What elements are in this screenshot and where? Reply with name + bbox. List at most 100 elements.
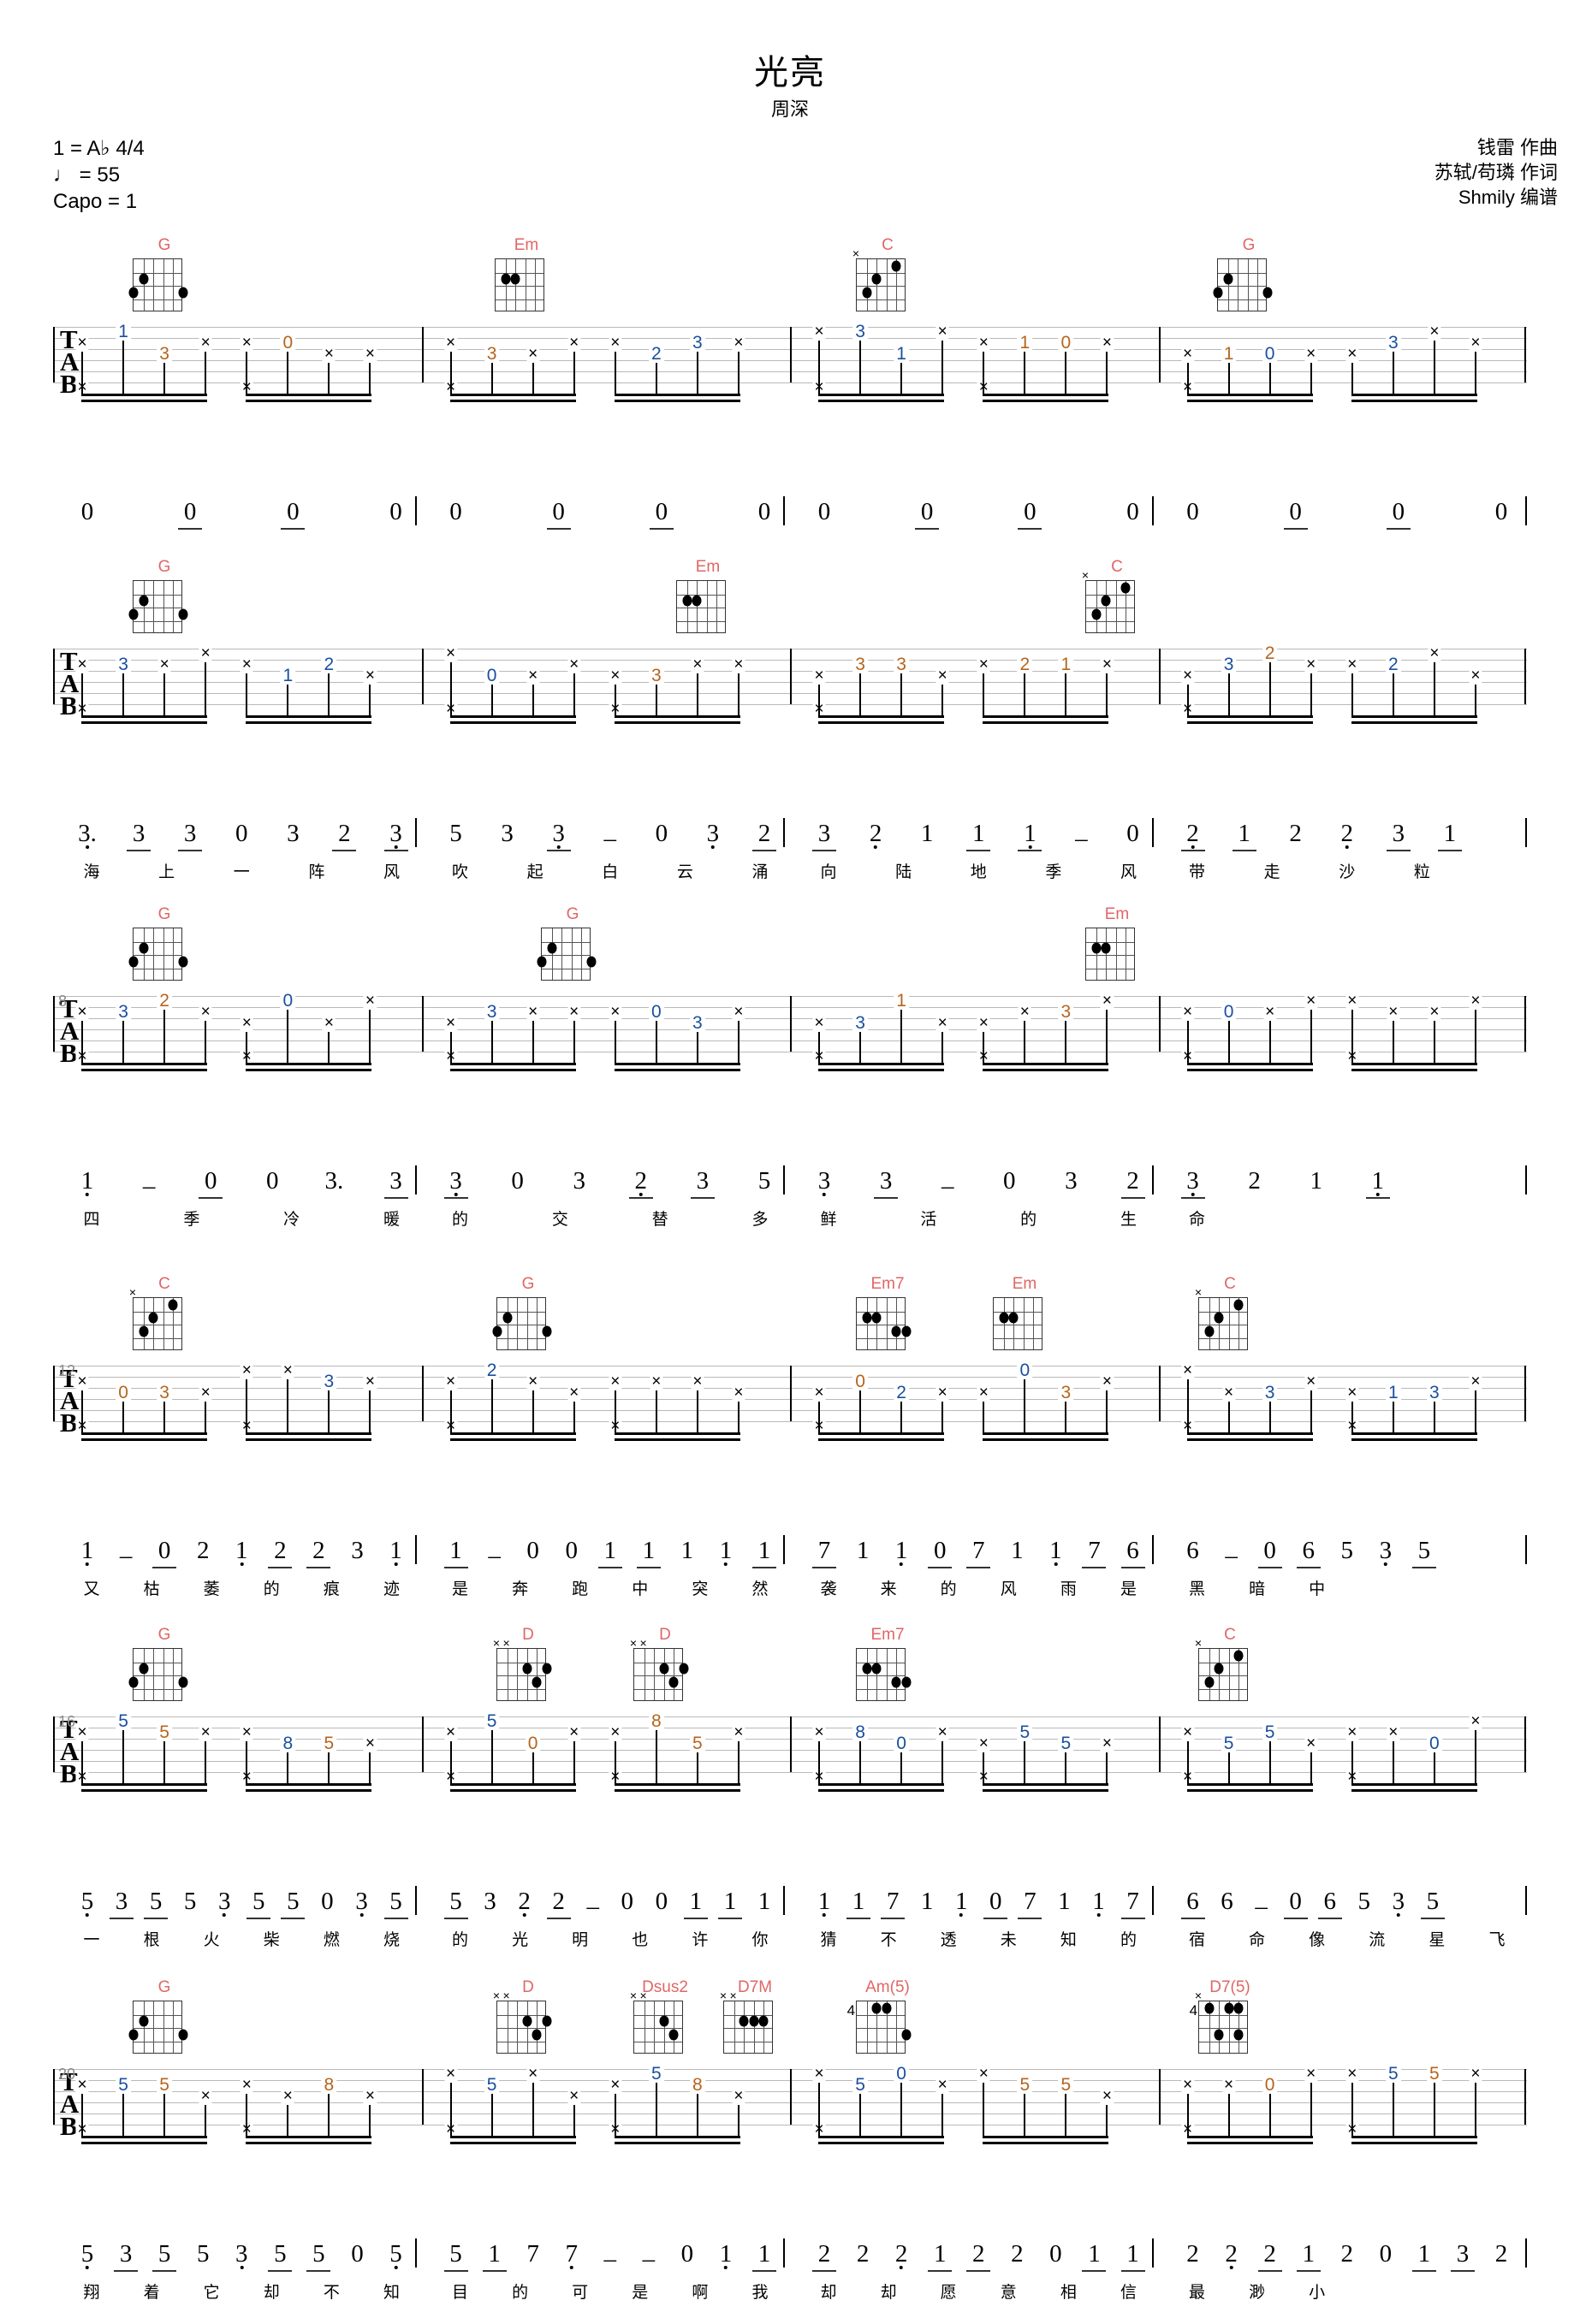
octave-dot-below: [522, 1913, 526, 1917]
beam: [818, 1789, 945, 1792]
jianpu-underbeam: [846, 1918, 871, 1919]
jianpu-note: 0: [1494, 498, 1508, 525]
lyric-syllable: 一: [83, 1931, 100, 1949]
note-stem: [122, 673, 125, 715]
chord-finger-dot: [901, 2029, 912, 2041]
jianpu-note: 0: [757, 498, 771, 525]
lyric-syllable: 烧: [383, 1931, 401, 1949]
grid-string-line: [1115, 928, 1117, 980]
chord-finger-dot: [522, 1663, 532, 1675]
jianpu-underbeam: [383, 1197, 408, 1199]
note-stem: [859, 673, 862, 715]
jianpu-note: 5: [252, 1888, 265, 1915]
chord-finger-dot: [139, 273, 149, 285]
chord-name: C: [1111, 558, 1123, 576]
tab-staff: TAB8××32×××0××××3×××03×××31××××3×××0××××…: [53, 991, 1527, 1071]
grid-string-line: [153, 259, 155, 311]
chord-finger-dot: [178, 287, 188, 299]
jianpu-note: 2: [274, 1537, 287, 1564]
note-stem: [983, 673, 985, 715]
tab-mute-mark: ×: [363, 992, 377, 1011]
chord-finger-dot: [1214, 1663, 1224, 1675]
composer-credit: 钱雷 作曲: [1476, 137, 1558, 158]
chord-name: Em: [695, 558, 721, 576]
lyric-syllable: 最: [1188, 2284, 1206, 2302]
tab-mute-mark: ×: [199, 644, 212, 663]
key-signature: 1 = A♭ 4/4: [53, 137, 145, 160]
barline: [1158, 2069, 1161, 2125]
tab-mute-mark: ×: [526, 345, 540, 364]
tab-fret-number: 3: [1262, 1383, 1278, 1403]
tab-fret-number: 3: [484, 344, 500, 365]
score-metadata-left: 1 = A♭ 4/4 ♩ = 55 Capo = 1: [53, 135, 145, 215]
lyric-syllable: 根: [143, 1931, 160, 1949]
jianpu-underbeam: [443, 1197, 468, 1199]
jianpu-note: 1: [757, 2240, 771, 2268]
chord-finger-dot: [668, 2029, 679, 2041]
jianpu-note: 3: [1186, 1167, 1199, 1196]
tab-fret-number: 1: [1221, 344, 1237, 365]
tab-fret-number: 8: [280, 1734, 296, 1754]
chord-grid: [856, 1297, 912, 1350]
tab-fret-number: 5: [157, 2075, 172, 2096]
grid-fret-line: [497, 2014, 545, 2016]
chord-grid: [723, 2001, 773, 2054]
jianpu-note: 0: [552, 498, 565, 525]
chord-finger-dot: [532, 2029, 542, 2041]
note-stem: [573, 2105, 575, 2136]
note-stem: [449, 662, 452, 715]
note-stem: [1024, 1741, 1026, 1783]
note-stem: [1474, 685, 1476, 715]
tab-mute-mark: ×: [1100, 992, 1114, 1011]
note-stem: [1433, 1021, 1435, 1063]
jianpu-underbeam: [1296, 1567, 1321, 1568]
jianpu-note: 6: [1323, 1888, 1336, 1915]
chord-grid: [128, 2001, 188, 2054]
octave-dot-below: [1375, 1193, 1380, 1196]
jianpu-note: 5: [287, 1888, 300, 1915]
grid-string-line: [734, 2001, 735, 2053]
jianpu-underbeam: [443, 2270, 468, 2272]
tab-fret-number: 5: [852, 2075, 868, 2096]
note-stem: [1433, 1752, 1435, 1783]
beam: [1351, 1069, 1477, 1071]
beam: [1351, 715, 1477, 718]
grid-string-line: [1209, 1649, 1210, 1700]
note-stem: [81, 673, 83, 715]
chord-finger-dot: [532, 1676, 542, 1688]
tab-mute-mark: ×: [977, 2065, 990, 2084]
chord-finger-dot: [547, 942, 557, 954]
jianpu-underbeam: [983, 1918, 1008, 1919]
beam: [1351, 721, 1477, 724]
chord-name: Am(5): [865, 1978, 910, 1996]
grid-string-line: [663, 2001, 665, 2053]
muted-string-icon: ×: [128, 1285, 137, 1299]
chord-grid: [1198, 2001, 1248, 2054]
jianpu-note: 1: [852, 1888, 865, 1915]
beam: [1186, 2142, 1313, 2144]
lyric-syllable: 不: [323, 2284, 340, 2302]
jianpu-barline: [783, 1535, 785, 1564]
grid-string-line: [686, 581, 688, 632]
sheet-music-page: 光亮 周深 1 = A♭ 4/4 ♩ = 55 Capo = 1 钱雷 作曲 苏…: [0, 0, 1580, 2324]
note-stem: [287, 352, 289, 394]
jianpu-note: 0: [1379, 2240, 1393, 2268]
jianpu-dash: –: [488, 1542, 501, 1569]
barline: [421, 327, 424, 382]
tempo-marking: ♩ = 55: [53, 163, 121, 187]
jianpu-note: 1: [80, 1167, 94, 1196]
beam: [1186, 1438, 1313, 1441]
jianpu-note: 3: [1065, 1167, 1078, 1195]
beam: [1186, 715, 1313, 718]
tab-fret-number: 2: [321, 655, 337, 675]
beam: [1351, 2142, 1477, 2144]
jianpu-note: 3: [287, 820, 300, 847]
tab-mute-mark: ×: [443, 2065, 458, 2084]
jianpu-note: 2: [1494, 2240, 1508, 2268]
note-stem: [490, 363, 493, 394]
page-title: 光亮: [754, 54, 826, 92]
jianpu-note: 7: [1088, 1537, 1101, 1564]
beam: [449, 1432, 576, 1435]
lyric-syllable: 暖: [383, 1211, 401, 1229]
lyric-syllable: 带: [1188, 863, 1206, 881]
